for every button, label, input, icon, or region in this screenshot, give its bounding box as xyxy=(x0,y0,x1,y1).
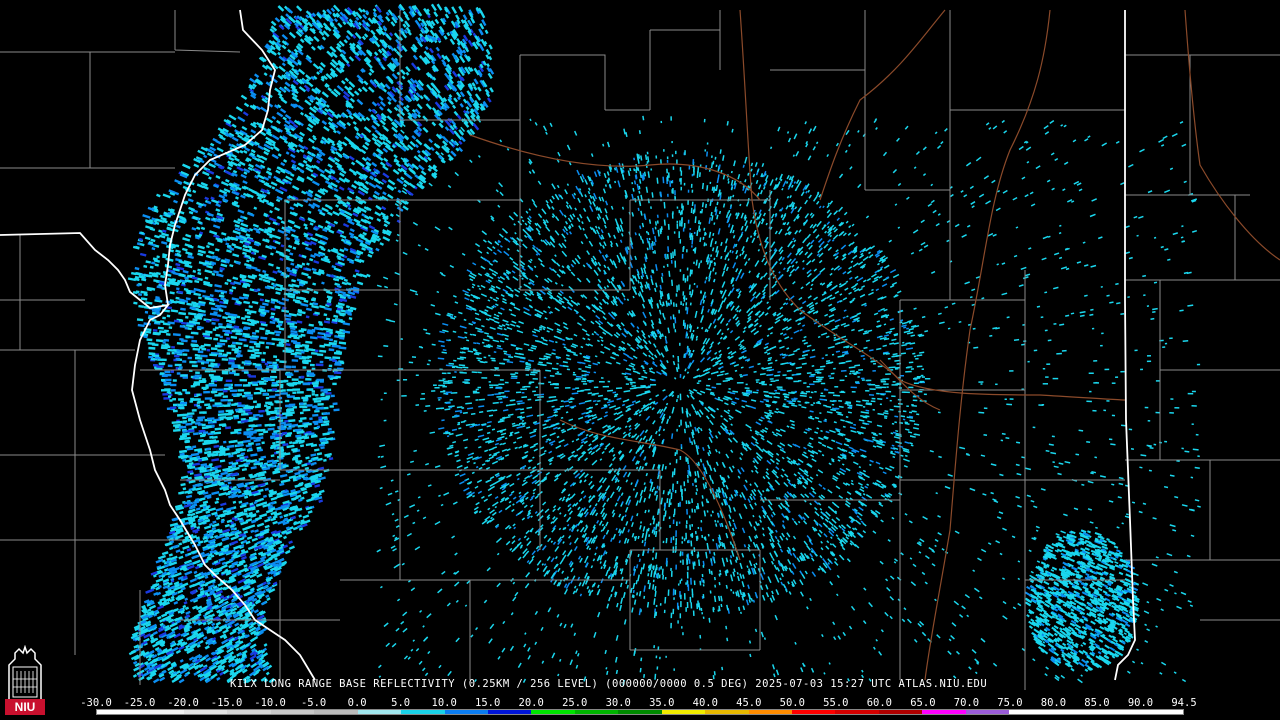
scale-tick-label: 55.0 xyxy=(823,697,849,709)
scale-tick-labels: -30.0 -25.0 -20.0 -15.0 -10.0 -5.0 0.0 5.0 10.0 1… xyxy=(80,697,1197,709)
scale-tick-label: -30.0 xyxy=(80,697,112,709)
scale-tick-label: 10.0 xyxy=(431,697,457,709)
scale-swatch xyxy=(183,710,228,714)
scale-swatch xyxy=(140,710,184,714)
scale-swatch xyxy=(748,710,792,714)
scale-swatch xyxy=(314,710,358,714)
scale-tick-label: 90.0 xyxy=(1127,697,1154,709)
scale-tick-label: 40.0 xyxy=(692,697,718,709)
scale-swatch xyxy=(1096,710,1140,714)
scale-tick-label: 60.0 xyxy=(866,697,893,709)
scale-tick-label: 25.0 xyxy=(562,697,588,709)
reflectivity-color-scale xyxy=(96,709,1184,715)
radar-map xyxy=(0,0,1280,720)
scale-tick-label: -25.0 xyxy=(123,697,156,709)
scale-swatch xyxy=(878,710,923,714)
scale-tick-label: -5.0 xyxy=(300,697,327,709)
scale-tick-label: 85.0 xyxy=(1084,697,1110,709)
scale-tick-label: 45.0 xyxy=(736,697,762,709)
scale-tick-label: 94.5 xyxy=(1171,697,1197,709)
scale-tick-label: 30.0 xyxy=(605,697,631,709)
scale-swatch xyxy=(227,710,271,714)
scale-tick-label: 80.0 xyxy=(1040,697,1067,709)
scale-swatch xyxy=(835,710,879,714)
scale-tick-label: 15.0 xyxy=(475,697,501,709)
scale-swatch xyxy=(705,710,749,714)
scale-tick-label: 20.0 xyxy=(518,697,544,709)
scale-tick-label: 70.0 xyxy=(953,697,980,709)
scale-swatch xyxy=(487,710,532,714)
scale-swatch xyxy=(792,710,836,714)
scale-swatch xyxy=(1052,710,1097,714)
scale-swatch xyxy=(1139,710,1183,714)
scale-tick-label: 50.0 xyxy=(779,697,805,709)
scale-swatch xyxy=(401,710,445,714)
scale-swatch xyxy=(531,710,575,714)
scale-tick-label: 75.0 xyxy=(997,697,1023,709)
scale-swatch xyxy=(444,710,488,714)
scale-swatch xyxy=(574,710,619,714)
scale-swatch xyxy=(618,710,662,714)
scale-swatch xyxy=(270,710,315,714)
scale-tick-label: -15.0 xyxy=(210,697,243,709)
scale-tick-label: 65.0 xyxy=(910,697,936,709)
scale-swatch xyxy=(965,710,1010,714)
scale-swatch xyxy=(1009,710,1053,714)
scale-swatch xyxy=(661,710,706,714)
scale-tick-label: 0.0 xyxy=(347,697,367,709)
scale-tick-label: -20.0 xyxy=(167,697,199,709)
scale-tick-label: -10.0 xyxy=(254,697,286,709)
scale-swatch xyxy=(357,710,402,714)
scale-tick-label: 5.0 xyxy=(391,697,411,709)
scale-tick-label: 35.0 xyxy=(649,697,675,709)
niu-logo: NIU xyxy=(5,645,45,715)
radar-site-marker xyxy=(674,378,686,390)
product-caption: KILX LONG RANGE BASE REFLECTIVITY (0.25K… xyxy=(230,678,988,690)
scale-swatch xyxy=(97,710,141,714)
scale-swatch xyxy=(922,710,966,714)
logo-text: NIU xyxy=(15,700,36,714)
